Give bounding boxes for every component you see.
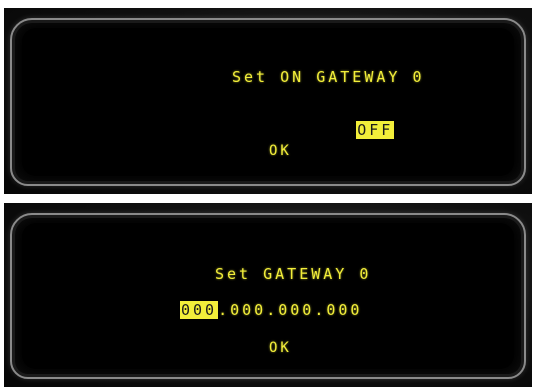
ip-octet-1-highlight[interactable]: 000 xyxy=(180,301,219,319)
gateway-ip-field[interactable]: 000.000.000.000 xyxy=(180,301,363,319)
ip-remaining-octets: .000.000.000 xyxy=(218,301,363,319)
lcd-photo-top: Set ON GATEWAY 0 OFF OK xyxy=(4,8,532,194)
lcd-photo-bottom: Set GATEWAY 0 000.000.000.000 OK xyxy=(4,203,532,387)
screen-title: Set ON GATEWAY 0 xyxy=(232,68,425,86)
lcd-bezel: Set GATEWAY 0 000.000.000.000 OK xyxy=(10,213,526,379)
screen-title: Set GATEWAY 0 xyxy=(215,265,372,283)
selected-value-highlight[interactable]: OFF xyxy=(356,121,395,139)
lcd-screen: Set GATEWAY 0 000.000.000.000 OK xyxy=(22,223,514,369)
lcd-bezel: Set ON GATEWAY 0 OFF OK xyxy=(10,18,526,186)
ok-option[interactable]: OK xyxy=(269,144,292,158)
ok-option[interactable]: OK xyxy=(269,341,292,355)
lcd-screen: Set ON GATEWAY 0 OFF OK xyxy=(22,28,514,176)
